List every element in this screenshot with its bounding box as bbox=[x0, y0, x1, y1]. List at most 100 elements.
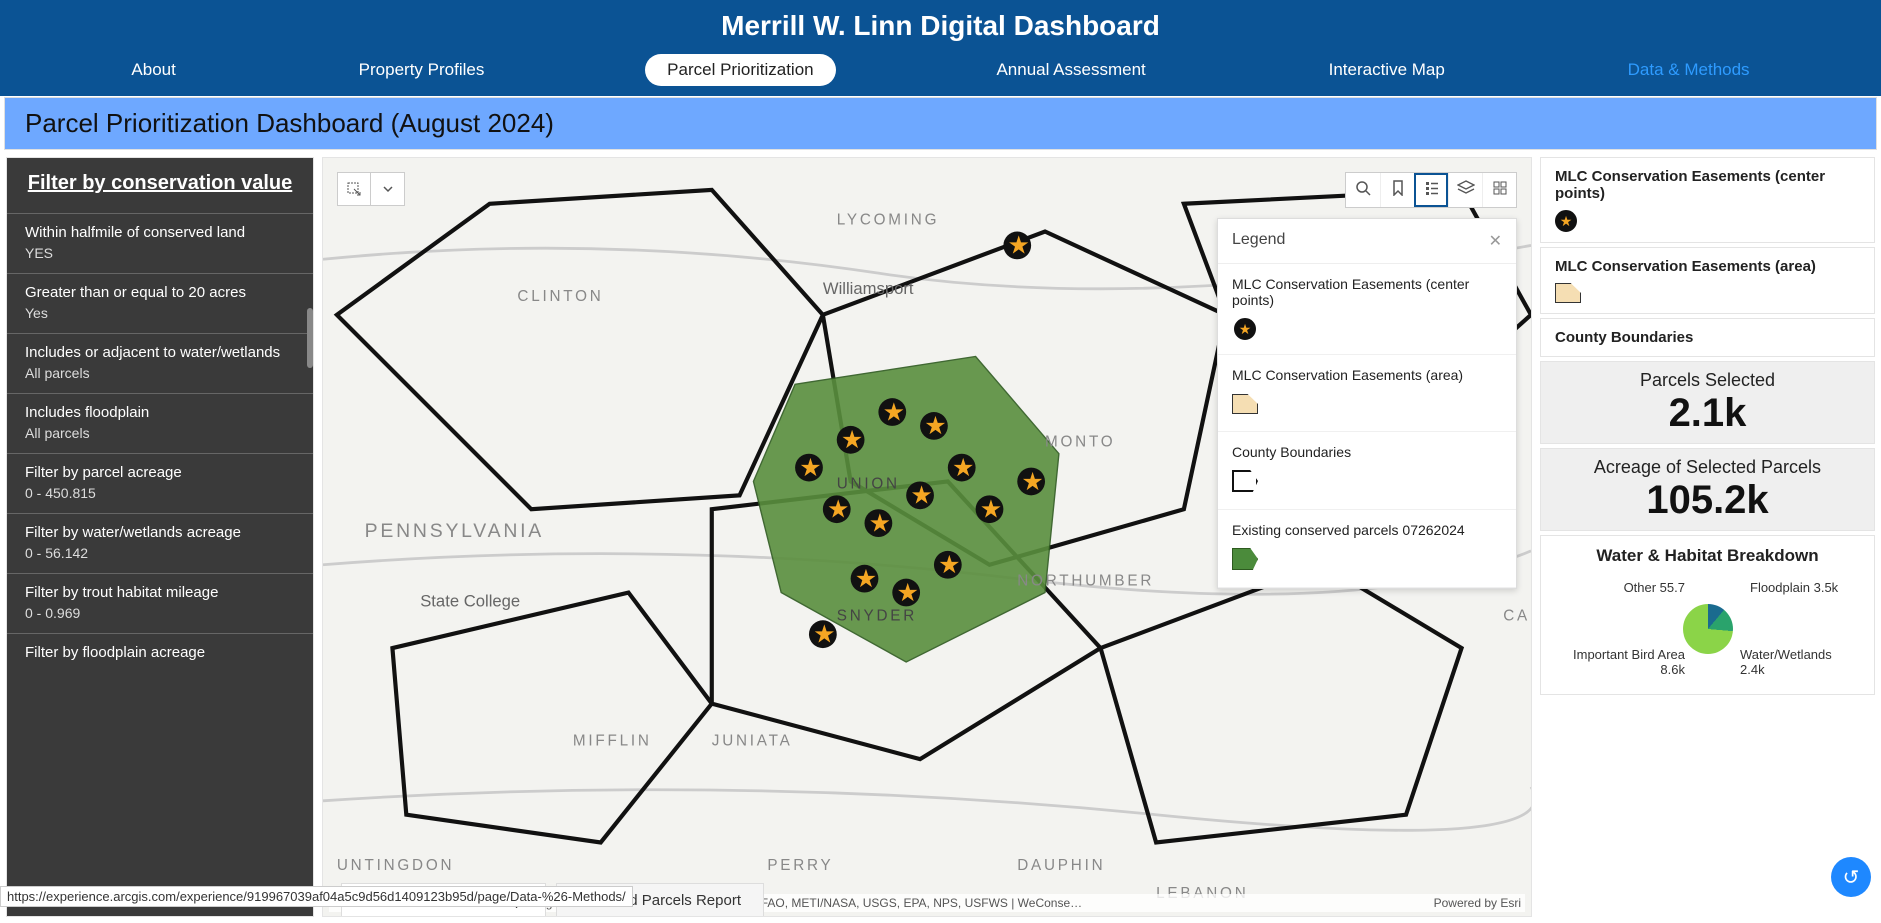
svg-text:CLINTON: CLINTON bbox=[517, 288, 603, 305]
legend-entry-label: MLC Conservation Easements (center point… bbox=[1232, 276, 1502, 308]
filter-20acres[interactable]: Greater than or equal to 20 acres Yes bbox=[7, 273, 313, 333]
svg-text:PENNSYLVANIA: PENNSYLVANIA bbox=[365, 520, 544, 542]
card-title: Water & Habitat Breakdown bbox=[1555, 546, 1860, 566]
pie-label-bird: Important Bird Area 8.6k bbox=[1565, 647, 1685, 678]
legend-entry: County Boundaries bbox=[1218, 432, 1516, 510]
app-title: Merrill W. Linn Digital Dashboard bbox=[0, 0, 1881, 48]
powered-by: Powered by Esri bbox=[1434, 896, 1521, 910]
search-button[interactable] bbox=[1346, 173, 1380, 207]
card-easements-area: MLC Conservation Easements (area) bbox=[1540, 247, 1875, 314]
svg-text:LYCOMING: LYCOMING bbox=[837, 212, 940, 229]
svg-text:NORTHUMBER: NORTHUMBER bbox=[1017, 573, 1154, 590]
filter-title: Filter by conservation value bbox=[7, 158, 313, 213]
svg-text:UNION: UNION bbox=[837, 475, 900, 492]
svg-text:State College: State College bbox=[420, 591, 520, 610]
star-icon: ★ bbox=[1555, 210, 1577, 232]
stat-value: 2.1k bbox=[1549, 391, 1866, 435]
card-county-boundaries: County Boundaries bbox=[1540, 318, 1875, 357]
layers-button[interactable] bbox=[1448, 173, 1482, 207]
svg-text:MIFFLIN: MIFFLIN bbox=[573, 732, 652, 749]
filter-water[interactable]: Includes or adjacent to water/wetlands A… bbox=[7, 333, 313, 393]
nav-parcel-prioritization[interactable]: Parcel Prioritization bbox=[645, 54, 835, 86]
legend-entry-label: MLC Conservation Easements (area) bbox=[1232, 367, 1502, 383]
nav-annual-assessment[interactable]: Annual Assessment bbox=[974, 54, 1167, 86]
area-icon bbox=[1555, 283, 1581, 303]
filter-label: Includes floodplain bbox=[25, 404, 295, 421]
basemap-button[interactable] bbox=[1482, 173, 1516, 207]
filter-label: Filter by trout habitat mileage bbox=[25, 584, 295, 601]
filter-halfmile[interactable]: Within halfmile of conserved land YES bbox=[7, 213, 313, 273]
select-tool-button[interactable] bbox=[337, 172, 371, 206]
filter-label: Filter by floodplain acreage bbox=[25, 644, 295, 661]
bookmark-icon bbox=[1391, 180, 1405, 201]
map-toolbar-right bbox=[1345, 172, 1517, 208]
filter-parcel-acreage[interactable]: Filter by parcel acreage 0 - 450.815 bbox=[7, 453, 313, 513]
right-panel: MLC Conservation Easements (center point… bbox=[1540, 157, 1875, 917]
filter-label: Filter by water/wetlands acreage bbox=[25, 524, 295, 541]
area-icon bbox=[1232, 394, 1258, 414]
nav-data-methods[interactable]: Data & Methods bbox=[1606, 54, 1772, 86]
svg-text:★: ★ bbox=[827, 496, 849, 524]
reset-icon: ↺ bbox=[1843, 865, 1860, 890]
svg-text:★: ★ bbox=[883, 398, 905, 426]
svg-text:★: ★ bbox=[841, 426, 863, 454]
stat-parcels-selected: Parcels Selected 2.1k bbox=[1540, 361, 1875, 444]
pie-label-other: Other 55.7 bbox=[1585, 580, 1685, 596]
stat-value: 105.2k bbox=[1549, 478, 1866, 522]
legend-title: Legend bbox=[1232, 231, 1285, 251]
search-icon bbox=[1355, 180, 1371, 201]
nav-interactive-map[interactable]: Interactive Map bbox=[1307, 54, 1467, 86]
sidebar-scrollbar[interactable] bbox=[307, 308, 313, 368]
svg-text:★: ★ bbox=[1021, 468, 1043, 496]
stat-label: Acreage of Selected Parcels bbox=[1549, 457, 1866, 478]
svg-text:Williamsport: Williamsport bbox=[823, 279, 914, 298]
layers-icon bbox=[1457, 180, 1475, 201]
nav-property-profiles[interactable]: Property Profiles bbox=[337, 54, 507, 86]
svg-text:★: ★ bbox=[855, 565, 877, 593]
legend-entry-label: County Boundaries bbox=[1232, 444, 1502, 460]
svg-text:★: ★ bbox=[938, 551, 960, 579]
svg-text:★: ★ bbox=[924, 412, 946, 440]
svg-text:★: ★ bbox=[952, 454, 974, 482]
legend-icon bbox=[1424, 180, 1440, 201]
filter-floodplain[interactable]: Includes floodplain All parcels bbox=[7, 393, 313, 453]
filter-trout[interactable]: Filter by trout habitat mileage 0 - 0.96… bbox=[7, 573, 313, 633]
filter-label: Greater than or equal to 20 acres bbox=[25, 284, 295, 301]
select-dropdown-button[interactable] bbox=[371, 172, 405, 206]
map-container[interactable]: ★ ★ ★ ★ ★ ★ ★ ★ ★ ★ ★ ★ ★ ★ ★ LYCO bbox=[322, 157, 1532, 917]
svg-text:★: ★ bbox=[910, 482, 932, 510]
filter-label: Includes or adjacent to water/wetlands bbox=[25, 344, 295, 361]
filter-value: All parcels bbox=[25, 425, 295, 441]
filter-value: 0 - 0.969 bbox=[25, 605, 295, 621]
main-content: Filter by conservation value Within half… bbox=[0, 151, 1881, 923]
stat-label: Parcels Selected bbox=[1549, 370, 1866, 391]
svg-text:MONTO: MONTO bbox=[1045, 434, 1115, 451]
filter-floodplain-acreage[interactable]: Filter by floodplain acreage bbox=[7, 633, 313, 677]
svg-text:UNTINGDON: UNTINGDON bbox=[337, 857, 454, 874]
legend-button[interactable] bbox=[1414, 173, 1448, 207]
filter-sidebar: Filter by conservation value Within half… bbox=[6, 157, 314, 917]
svg-text:PERRY: PERRY bbox=[767, 857, 833, 874]
legend-close-button[interactable]: ✕ bbox=[1489, 231, 1502, 251]
legend-entry: MLC Conservation Easements (area) bbox=[1218, 355, 1516, 432]
filter-water-acreage[interactable]: Filter by water/wetlands acreage 0 - 56.… bbox=[7, 513, 313, 573]
svg-text:★: ★ bbox=[896, 579, 918, 607]
nav-about[interactable]: About bbox=[109, 54, 197, 86]
reset-fab[interactable]: ↺ bbox=[1831, 857, 1871, 897]
card-breakdown: Water & Habitat Breakdown Other 55.7 Imp… bbox=[1540, 535, 1875, 695]
card-easements-points: MLC Conservation Easements (center point… bbox=[1540, 157, 1875, 243]
svg-text:CA: CA bbox=[1503, 607, 1530, 624]
map-toolbar-left bbox=[337, 172, 405, 206]
svg-text:★: ★ bbox=[1008, 232, 1030, 260]
card-title: County Boundaries bbox=[1555, 329, 1860, 346]
legend-entry-label: Existing conserved parcels 07262024 bbox=[1232, 522, 1502, 538]
filter-value: 0 - 56.142 bbox=[25, 545, 295, 561]
bookmark-button[interactable] bbox=[1380, 173, 1414, 207]
card-title: MLC Conservation Easements (center point… bbox=[1555, 168, 1860, 202]
filter-value: Yes bbox=[25, 305, 295, 321]
pie-label-floodplain: Floodplain 3.5k bbox=[1750, 580, 1850, 596]
svg-text:★: ★ bbox=[813, 621, 835, 649]
svg-text:SNYDER: SNYDER bbox=[837, 607, 917, 624]
svg-text:DAUPHIN: DAUPHIN bbox=[1017, 857, 1105, 874]
legend-entry: Existing conserved parcels 07262024 bbox=[1218, 510, 1516, 588]
